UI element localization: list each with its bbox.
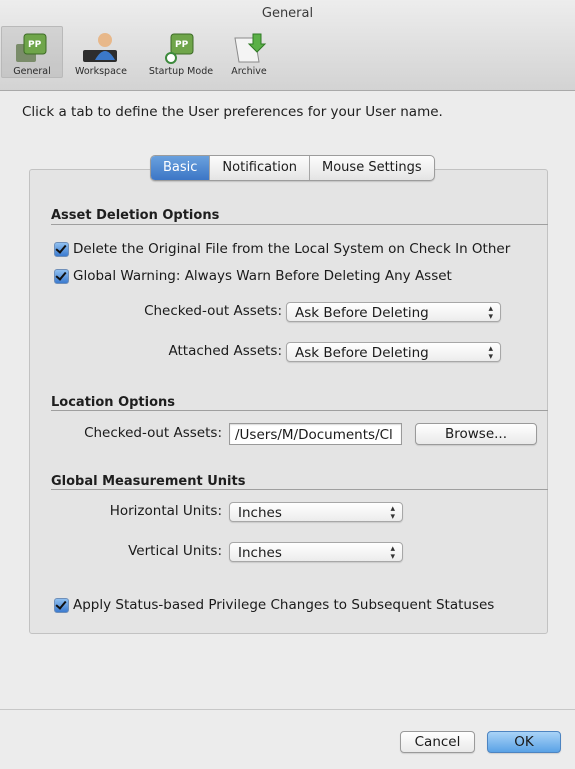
startup-mode-icon: PP [161,30,201,66]
window-titlebar: General PP General Workspace PP Startup … [0,0,575,91]
tab-basic[interactable]: Basic [151,156,210,180]
section-divider [51,224,548,225]
checked-out-assets-popup[interactable]: Ask Before Deleting ▴ ▾ [286,302,501,322]
checkmark-icon [54,241,69,257]
tab-bar: Basic Notification Mouse Settings [150,155,435,181]
updown-arrows-icon: ▴ ▾ [488,344,493,362]
checkmark-icon [54,597,69,613]
vertical-units-popup[interactable]: Inches ▴ ▾ [229,542,403,562]
toolbar-item-startup-mode[interactable]: PP Startup Mode [140,30,222,77]
vertical-units-label: Vertical Units: [128,543,222,559]
cancel-button[interactable]: Cancel [400,731,475,753]
pp-general-icon: PP [12,30,52,66]
workspace-user-icon [81,30,121,66]
global-warning-checkbox[interactable]: Global Warning: Always Warn Before Delet… [54,268,452,284]
updown-arrows-icon: ▴ ▾ [488,304,493,322]
svg-text:PP: PP [28,40,42,50]
asset-deletion-heading: Asset Deletion Options [51,208,220,223]
updown-arrows-icon: ▴ ▾ [390,504,395,522]
svg-text:PP: PP [175,40,189,50]
footer-divider [0,709,575,710]
tab-notification[interactable]: Notification [209,156,309,180]
section-divider [51,489,548,490]
attached-assets-popup[interactable]: Ask Before Deleting ▴ ▾ [286,342,501,362]
browse-button[interactable]: Browse... [415,423,537,445]
horizontal-units-popup[interactable]: Inches ▴ ▾ [229,502,403,522]
delete-original-checkbox[interactable]: Delete the Original File from the Local … [54,241,510,257]
measurement-units-heading: Global Measurement Units [51,474,246,489]
window-title: General [261,6,314,21]
tab-mouse-settings[interactable]: Mouse Settings [309,156,434,180]
toolbar-item-workspace[interactable]: Workspace [66,30,136,77]
attached-assets-label: Attached Assets: [168,343,282,359]
instruction-text: Click a tab to define the User preferenc… [22,104,443,120]
checkmark-icon [54,268,69,284]
horizontal-units-label: Horizontal Units: [109,503,222,519]
toolbar-item-archive[interactable]: Archive [224,30,274,77]
checked-out-path-field[interactable]: /Users/M/Documents/Cl [229,423,402,445]
checked-out-assets-label: Checked-out Assets: [144,303,282,319]
location-checked-out-label: Checked-out Assets: [84,425,222,441]
ok-button[interactable]: OK [487,731,561,753]
location-options-heading: Location Options [51,395,176,410]
updown-arrows-icon: ▴ ▾ [390,544,395,562]
section-divider [51,410,548,411]
status-privilege-checkbox[interactable]: Apply Status-based Privilege Changes to … [54,597,494,613]
toolbar-item-general[interactable]: PP General [1,26,63,78]
archive-icon [229,30,269,66]
